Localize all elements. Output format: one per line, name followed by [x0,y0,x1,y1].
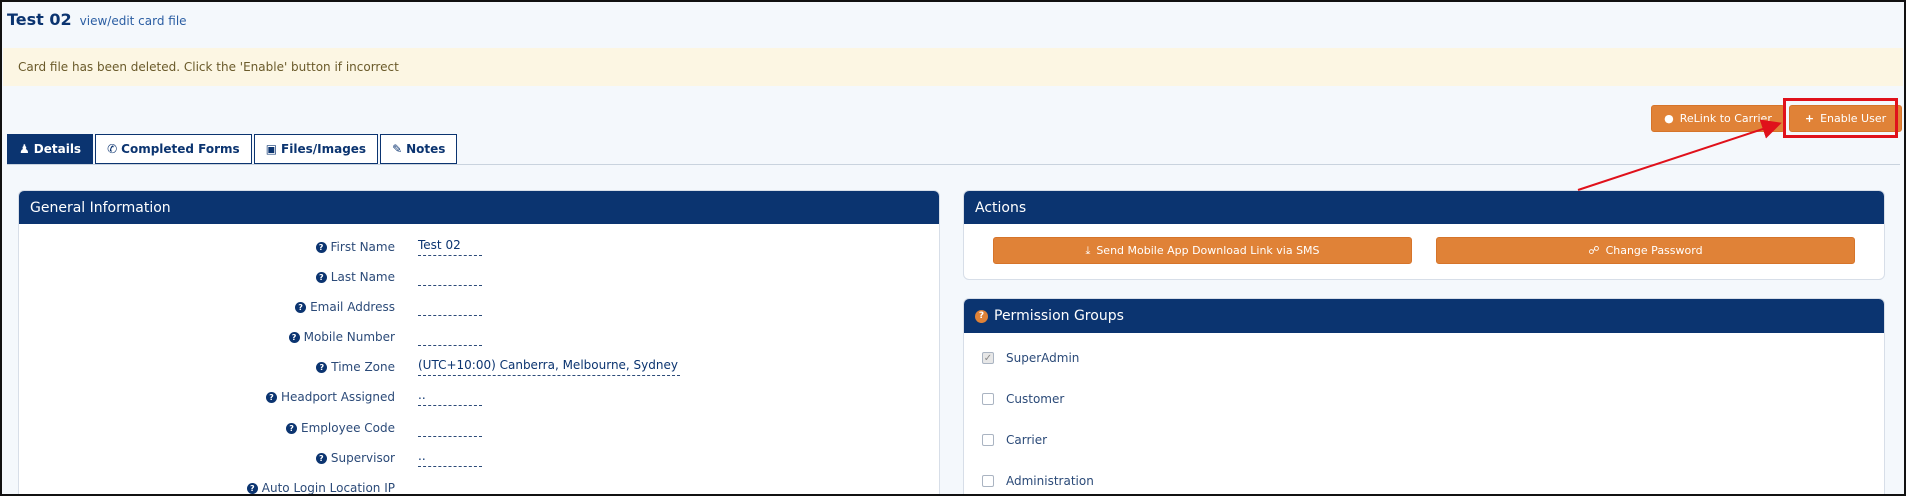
page-header: Test 02 view/edit card file [7,10,187,29]
tab-details[interactable]: ♟ Details [7,134,94,164]
help-icon: ? [975,309,988,323]
button-label: Change Password [1605,244,1703,257]
field-email: ? Email Address [19,297,939,317]
help-icon: ? [286,422,298,434]
help-icon: ? [315,452,327,464]
checkbox[interactable] [982,434,994,446]
send-sms-link-button[interactable]: ⤓ Send Mobile App Download Link via SMS [993,237,1412,264]
link-icon: ● [1664,112,1674,125]
tab-divider [7,164,1900,165]
highlight-box [1783,98,1898,138]
headport-value[interactable]: .. [418,388,482,406]
pencil-icon: ✎ [392,142,403,156]
field-last-name: ? Last Name [19,267,939,287]
button-label: Send Mobile App Download Link via SMS [1096,244,1320,257]
permission-groups-header: ? Permission Groups [964,299,1884,333]
email-value[interactable] [418,298,482,316]
time-zone-value[interactable]: (UTC+10:00) Canberra, Melbourne, Sydney [418,358,680,376]
panel-title: General Information [30,199,171,216]
download-icon: ⤓ [1085,243,1091,257]
actions-header: Actions [964,191,1884,224]
help-icon: ? [246,482,258,494]
help-icon: ? [315,271,327,283]
field-label: ? Email Address [19,300,395,314]
relink-label: ReLink to Carrier [1679,112,1772,125]
help-icon: ? [295,301,307,313]
permission-groups-panel: ? Permission Groups ✓ SuperAdmin Custome… [963,298,1885,496]
field-headport: ? Headport Assigned .. [19,387,939,407]
relink-to-carrier-button[interactable]: ● ReLink to Carrier [1651,105,1785,132]
tab-files-images[interactable]: ▣ Files/Images [253,134,379,164]
field-employee-code: ? Employee Code [19,418,939,438]
checkbox[interactable] [982,393,994,405]
field-label: ? Mobile Number [19,330,395,344]
tab-label: Files/Images [281,142,367,156]
tab-bar: ♟ Details ✆ Completed Forms ▣ Files/Imag… [7,134,458,164]
page-subtitle: view/edit card file [79,14,187,28]
field-mobile: ? Mobile Number [19,327,939,347]
tab-label: Details [33,142,82,156]
actions-panel: Actions ⤓ Send Mobile App Download Link … [963,190,1885,280]
panel-title: Actions [975,199,1027,216]
permission-label: Administration [1006,474,1094,488]
mobile-value[interactable] [418,328,482,346]
field-label: ? Auto Login Location IP [19,481,395,495]
tab-notes[interactable]: ✎ Notes [380,134,458,164]
tab-label: Completed Forms [121,142,240,156]
auto-login-ip-value[interactable] [418,479,482,496]
image-icon: ▣ [265,142,278,156]
help-icon: ? [316,361,328,373]
help-icon: ? [315,241,327,253]
first-name-value[interactable]: Test 02 [418,238,482,256]
field-label: ? Headport Assigned [19,390,395,404]
last-name-value[interactable] [418,268,482,286]
permission-administration[interactable]: Administration [982,474,1094,488]
help-icon: ? [265,391,277,403]
permission-label: SuperAdmin [1006,351,1080,365]
user-icon: ♟ [19,142,30,156]
page-title: Test 02 [7,10,72,29]
field-auto-login-ip: ? Auto Login Location IP [19,478,939,496]
deleted-alert: Card file has been deleted. Click the 'E… [3,48,1903,86]
field-first-name: ? First Name Test 02 [19,237,939,257]
unlock-icon: ☍ [1588,244,1600,257]
tab-label: Notes [406,142,446,156]
permission-carrier[interactable]: Carrier [982,433,1047,447]
general-information-panel: General Information ? First Name Test 02 … [18,190,940,496]
permission-label: Customer [1006,392,1065,406]
tab-completed-forms[interactable]: ✆ Completed Forms [95,134,252,164]
field-label: ? Employee Code [19,421,395,435]
field-time-zone: ? Time Zone (UTC+10:00) Canberra, Melbour… [19,357,939,377]
field-label: ? First Name [19,240,395,254]
panel-title: Permission Groups [994,308,1124,324]
help-icon: ? [288,331,300,343]
employee-code-value[interactable] [418,419,482,437]
field-supervisor: ? Supervisor .. [19,448,939,468]
phone-icon: ✆ [107,142,118,156]
field-label: ? Supervisor [19,451,395,465]
change-password-button[interactable]: ☍ Change Password [1436,237,1855,264]
general-information-header: General Information [19,191,939,224]
permission-customer[interactable]: Customer [982,392,1064,406]
field-label: ? Time Zone [19,360,395,374]
permission-superadmin[interactable]: ✓ SuperAdmin [982,351,1079,365]
field-label: ? Last Name [19,270,395,284]
supervisor-value[interactable]: .. [418,449,482,467]
alert-message: Card file has been deleted. Click the 'E… [18,60,399,74]
checkbox[interactable] [982,475,994,487]
permission-label: Carrier [1006,433,1048,447]
checkbox-checked[interactable]: ✓ [982,352,994,364]
